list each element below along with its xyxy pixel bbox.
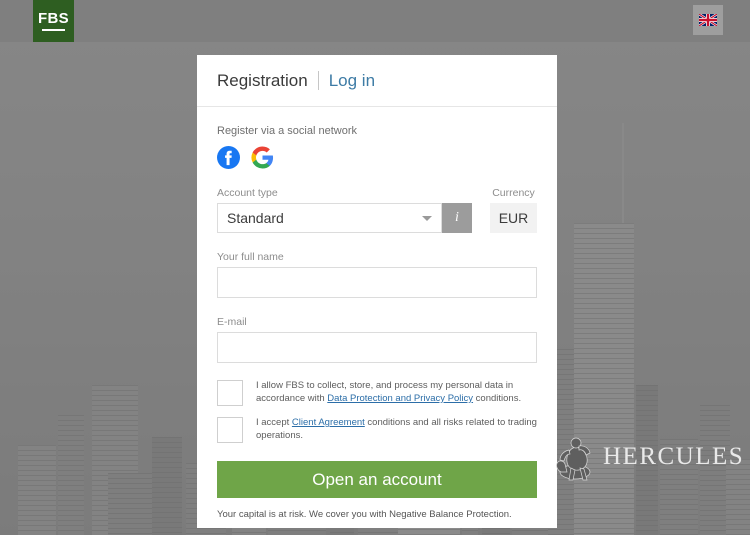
top-bar: FBS	[0, 0, 750, 42]
card-body: Register via a social network Account ty…	[197, 107, 557, 363]
uk-flag-icon	[699, 14, 717, 26]
client-agreement-checkbox[interactable]	[217, 417, 243, 443]
privacy-policy-checkbox[interactable]	[217, 380, 243, 406]
social-register-label: Register via a social network	[217, 125, 358, 137]
privacy-policy-text: I allow FBS to collect, store, and proce…	[256, 379, 537, 406]
open-account-button[interactable]: Open an account	[217, 461, 537, 498]
hercules-wordmark: HERCULES	[603, 443, 745, 470]
account-type-value: Standard	[227, 210, 284, 226]
full-name-field: Your full name	[217, 251, 537, 298]
consent-section: I allow FBS to collect, store, and proce…	[197, 379, 557, 443]
google-icon[interactable]	[251, 146, 274, 169]
email-input[interactable]	[217, 332, 537, 363]
account-type-select[interactable]: Standard	[217, 203, 442, 233]
email-field: E-mail	[217, 316, 537, 363]
hercules-watermark: HERCULES	[551, 432, 744, 482]
currency-label: Currency	[492, 187, 535, 199]
full-name-label: Your full name	[217, 251, 284, 263]
registration-card: Registration Log in Register via a socia…	[197, 55, 557, 528]
page-title: Registration	[217, 70, 308, 90]
full-name-input[interactable]	[217, 267, 537, 298]
client-agreement-link[interactable]: Client Agreement	[292, 417, 365, 428]
account-type-row: Account type Standard i Currency EUR	[217, 187, 537, 233]
account-type-field: Account type Standard	[217, 187, 442, 233]
fbs-logo[interactable]: FBS	[33, 0, 74, 42]
consent-row-agreement: I accept Client Agreement conditions and…	[217, 416, 537, 443]
privacy-policy-link[interactable]: Data Protection and Privacy Policy	[327, 393, 473, 404]
page-root: FBS Registration Log in Register via a s…	[0, 0, 750, 535]
agreement-text-pre: I accept	[256, 417, 292, 428]
language-selector[interactable]	[693, 5, 723, 35]
account-type-info-button[interactable]: i	[442, 203, 472, 233]
login-link[interactable]: Log in	[329, 71, 375, 91]
social-buttons	[217, 146, 537, 169]
header-divider	[317, 71, 319, 90]
submit-zone: Open an account	[197, 453, 557, 498]
fbs-logo-underline	[42, 29, 65, 31]
consent-row-privacy: I allow FBS to collect, store, and proce…	[217, 379, 537, 406]
fbs-logo-text: FBS	[38, 10, 69, 27]
risk-disclaimer: Your capital is at risk. We cover you wi…	[217, 509, 512, 520]
chevron-down-icon	[422, 216, 432, 221]
facebook-icon[interactable]	[217, 146, 240, 169]
card-header: Registration Log in	[197, 55, 557, 107]
privacy-text-post: conditions.	[473, 392, 522, 404]
currency-field: Currency EUR	[490, 187, 537, 233]
account-type-label: Account type	[217, 187, 278, 199]
currency-value[interactable]: EUR	[490, 203, 537, 233]
email-label: E-mail	[217, 316, 247, 328]
client-agreement-text: I accept Client Agreement conditions and…	[256, 416, 537, 443]
hercules-statue-icon	[556, 437, 591, 481]
